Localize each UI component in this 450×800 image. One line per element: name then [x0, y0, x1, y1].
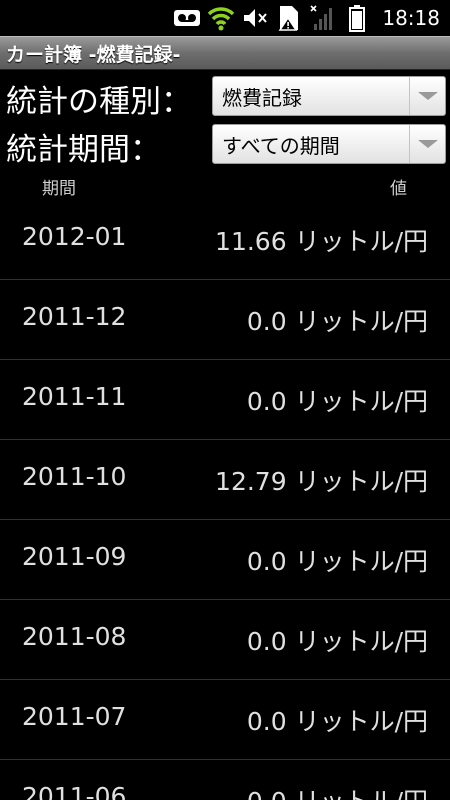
row-value: 0.0 リットル/円 [246, 387, 428, 416]
signal-icon [308, 3, 338, 33]
list-item[interactable]: 2011-10 12.79 リットル/円 [0, 440, 450, 520]
list-item[interactable]: 2011-07 0.0 リットル/円 [0, 680, 450, 760]
list-item[interactable]: 2011-12 0.0 リットル/円 [0, 280, 450, 360]
row-value: 0.0 リットル/円 [246, 627, 428, 656]
row-value: 0.0 リットル/円 [246, 307, 428, 336]
stat-type-value: 燃費記録 [222, 85, 302, 110]
list-item[interactable]: 2011-11 0.0 リットル/円 [0, 360, 450, 440]
row-value: 0.0 リットル/円 [246, 707, 428, 736]
column-header-value: 値 [390, 179, 407, 199]
list-item[interactable]: 2011-08 0.0 リットル/円 [0, 600, 450, 680]
app-title-bar: カー計簿 -燃費記録- [0, 36, 450, 70]
stats-list[interactable]: 2012-01 11.66 リットル/円 2011-12 0.0 リットル/円 … [0, 200, 450, 800]
period-label: 統計期間： [6, 132, 161, 168]
list-item[interactable]: 2011-06 0.0 リットル/円 [0, 760, 450, 800]
list-item[interactable]: 2011-09 0.0 リットル/円 [0, 520, 450, 600]
vibrate-mute-icon [240, 3, 270, 33]
chevron-down-icon [409, 125, 445, 163]
row-period: 2011-12 [22, 302, 127, 331]
row-value: 0.0 リットル/円 [247, 782, 428, 800]
wifi-icon [206, 3, 236, 33]
stat-type-row: 統計の種別： 燃費記録 [0, 74, 450, 120]
voicemail-icon [172, 3, 202, 33]
period-value: すべての期間 [222, 133, 340, 158]
status-time: 18:18 [382, 6, 440, 30]
sd-card-alert-icon [274, 3, 304, 33]
list-item[interactable]: 2012-01 11.66 リットル/円 [0, 200, 450, 280]
app-title: カー計簿 -燃費記録- [6, 43, 181, 66]
row-period: 2011-11 [22, 382, 127, 411]
battery-icon [342, 3, 372, 33]
column-header-period: 期間 [42, 179, 76, 199]
row-period: 2011-10 [22, 462, 127, 491]
stat-type-label: 統計の種別： [6, 84, 192, 120]
row-period: 2011-06 [22, 782, 127, 800]
row-period: 2011-07 [22, 702, 127, 731]
row-value: 12.79 リットル/円 [215, 467, 428, 496]
period-row: 統計期間： すべての期間 [0, 122, 450, 168]
row-period: 2012-01 [22, 222, 127, 251]
stat-type-dropdown[interactable]: 燃費記録 [212, 76, 446, 116]
row-value: 11.66 リットル/円 [215, 227, 428, 256]
row-period: 2011-09 [22, 542, 127, 571]
row-period: 2011-08 [22, 622, 127, 651]
period-dropdown[interactable]: すべての期間 [212, 124, 446, 164]
row-value: 0.0 リットル/円 [246, 547, 428, 576]
chevron-down-icon [409, 77, 445, 115]
status-bar: 18:18 [0, 0, 450, 36]
